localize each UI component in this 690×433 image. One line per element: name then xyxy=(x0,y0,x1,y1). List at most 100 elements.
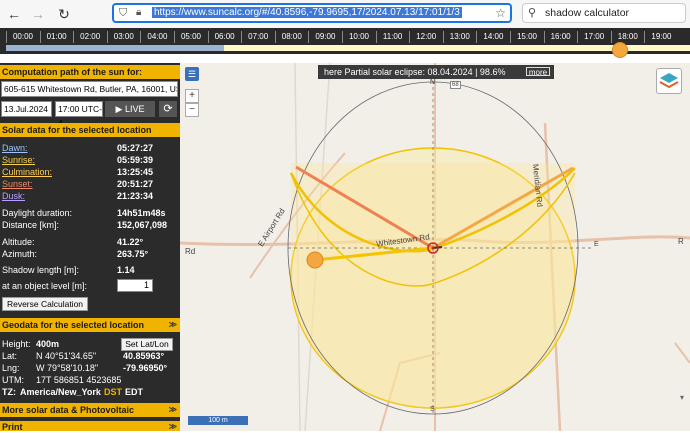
zoom-out-button[interactable]: − xyxy=(185,103,199,117)
hour-tick[interactable]: 05:00 xyxy=(174,31,207,43)
path-title: Computation path of the sun for: xyxy=(0,65,180,79)
time-field[interactable]: 17:00 UTC-4 xyxy=(55,101,103,128)
route-shield-68: 68 xyxy=(450,81,461,89)
eclipse-text: here Partial solar eclipse: 08.04.2024 |… xyxy=(324,67,506,77)
map-canvas[interactable] xyxy=(180,63,690,431)
shadow-label: Shadow length [m]: xyxy=(2,265,80,275)
tz-value: America/New_York xyxy=(20,387,101,397)
shadow-value: 1.14 xyxy=(117,265,135,275)
reload-icon[interactable]: ↻ xyxy=(54,4,74,24)
hour-ticks: 00:00 01:00 02:00 03:00 04:00 05:00 06:00 07:00… xyxy=(6,31,690,43)
lock-icon[interactable]: 🔒︎ xyxy=(136,7,141,18)
hour-tick[interactable]: 16:00 xyxy=(543,31,577,43)
hour-tick[interactable]: 14:00 xyxy=(476,31,509,43)
search-box[interactable]: ⚲ shadow calculator xyxy=(522,3,686,23)
sunrise-value: 05:59:39 xyxy=(117,155,154,165)
daylight-row: Daylight duration: 14h51m48s xyxy=(2,207,178,219)
hour-tick[interactable]: 03:00 xyxy=(106,31,140,43)
menu-icon[interactable]: ☰ xyxy=(185,67,199,81)
compass-east-label: E xyxy=(594,241,599,248)
live-button[interactable]: ▶ LIVE xyxy=(105,101,155,117)
refresh-icon[interactable]: ⟳ xyxy=(159,101,177,117)
hour-tick[interactable]: 10:00 xyxy=(342,31,375,43)
time-slider[interactable]: 00:00 01:00 02:00 03:00 04:00 05:00 06:00 07:00… xyxy=(0,28,690,58)
dusk-label[interactable]: Dusk: xyxy=(2,190,25,202)
scroll-down-icon[interactable]: ▾ xyxy=(677,393,687,405)
utm-label: UTM: xyxy=(2,375,24,385)
sunrise-row: Sunrise: 05:59:39 xyxy=(2,154,178,166)
height-label: Height: xyxy=(2,339,31,349)
shield-icon[interactable]: ⛉ xyxy=(119,7,127,20)
print-expand-icon[interactable]: ≫ xyxy=(169,421,177,433)
culmination-label[interactable]: Culmination: xyxy=(2,166,52,178)
tz-edt: EDT xyxy=(125,387,143,397)
address-field[interactable]: 605-615 Whitestown Rd, Butler, PA, 16001… xyxy=(1,81,178,97)
time-handle[interactable] xyxy=(612,42,628,58)
dusk-row: Dusk: 21:23:34 xyxy=(2,190,178,202)
hour-tick[interactable]: 07:00 xyxy=(241,31,274,43)
hour-tick[interactable]: 19:00 xyxy=(644,31,677,43)
solar-title-text: Solar data for the selected location xyxy=(2,125,152,135)
hour-tick[interactable]: 15:00 xyxy=(510,31,543,43)
hour-tick[interactable]: 18:00 xyxy=(610,31,644,43)
geo-title-text: Geodata for the selected location xyxy=(2,320,145,330)
compass-north-label: N xyxy=(430,79,436,86)
hour-tick[interactable]: 04:00 xyxy=(140,31,173,43)
layers-icon[interactable] xyxy=(656,68,682,94)
time-track[interactable] xyxy=(6,45,690,51)
sunset-label[interactable]: Sunset: xyxy=(2,178,33,190)
back-icon[interactable]: ← xyxy=(4,4,24,24)
distance-label: Distance [km]: xyxy=(2,220,60,230)
side-panel: Computation path of the sun for: 605-615… xyxy=(0,63,180,433)
collapse-icon[interactable]: ≫ xyxy=(169,318,177,332)
azimuth-row: Azimuth: 263.75° xyxy=(2,248,178,260)
map-view[interactable]: Whitestown Rd Rd R Meridian Rd E Airport… xyxy=(180,63,690,431)
lat-dms: N 40°51'34.65" xyxy=(36,351,97,361)
object-level-input[interactable]: 1 xyxy=(117,279,153,292)
zoom-in-button[interactable]: + xyxy=(185,89,199,103)
expand-icon[interactable]: ≫ xyxy=(169,403,177,417)
lng-decimal: -79.96950° xyxy=(123,363,168,373)
hour-tick[interactable]: 09:00 xyxy=(308,31,341,43)
sunset-row: Sunset: 20:51:27 xyxy=(2,178,178,190)
culmination-row: Culmination: 13:25:45 xyxy=(2,166,178,178)
print-title[interactable]: Print ≫ xyxy=(0,421,180,433)
sunrise-label[interactable]: Sunrise: xyxy=(2,154,35,166)
hour-tick[interactable]: 12:00 xyxy=(409,31,442,43)
forward-icon[interactable]: → xyxy=(28,4,48,24)
bookmark-star-icon[interactable]: ☆ xyxy=(495,6,506,20)
hour-tick[interactable]: 00:00 xyxy=(6,31,39,43)
hour-tick[interactable]: 08:00 xyxy=(274,31,308,43)
hour-tick[interactable]: 11:00 xyxy=(375,31,409,43)
eclipse-more-link[interactable]: more xyxy=(526,67,550,77)
hour-tick[interactable]: 02:00 xyxy=(73,31,106,43)
dusk-value: 21:23:34 xyxy=(117,191,154,201)
hour-tick[interactable]: 17:00 xyxy=(577,31,610,43)
lng-row: Lng: W 79°58'10.18" -79.96950° xyxy=(2,362,178,374)
distance-row: Distance [km]: 152,067,098 xyxy=(2,219,178,231)
hour-tick[interactable]: 01:00 xyxy=(39,31,73,43)
layers-glyph xyxy=(659,73,679,89)
more-solar-text[interactable]: More solar data & Photovoltaic xyxy=(2,405,134,415)
search-icon: ⚲ xyxy=(528,7,537,19)
reverse-calculation-button[interactable]: Reverse Calculation xyxy=(2,297,88,311)
url-text[interactable]: https://www.suncalc.org/#/40.8596,-79.96… xyxy=(152,7,462,18)
utm-value: 17T 586851 4523685 xyxy=(36,375,122,385)
sun-position-icon xyxy=(306,251,324,269)
distance-value: 152,067,098 xyxy=(117,220,168,230)
altitude-value: 41.22° xyxy=(117,237,144,247)
address-bar[interactable]: ⛉ 🔒︎ https://www.suncalc.org/#/40.8596,-… xyxy=(112,3,512,23)
hour-tick[interactable]: 13:00 xyxy=(442,31,476,43)
dawn-label[interactable]: Dawn: xyxy=(2,142,28,154)
lat-row: Lat: N 40°51'34.65" 40.85963° xyxy=(2,350,178,362)
hour-tick[interactable]: 06:00 xyxy=(207,31,241,43)
date-field[interactable]: 13.Jul.2024 xyxy=(1,101,52,117)
tz-label: TZ: xyxy=(2,387,16,397)
road-label-rd-left: Rd xyxy=(185,247,196,256)
scale-bar: 100 m xyxy=(188,416,248,425)
dawn-row: Dawn: 05:27:27 xyxy=(2,142,178,154)
solar-title: Solar data for the selected location xyxy=(0,123,180,137)
more-solar-title[interactable]: More solar data & Photovoltaic ≫ xyxy=(0,403,180,417)
road-label-rd-right: R xyxy=(678,237,684,246)
search-input[interactable]: shadow calculator xyxy=(545,7,629,19)
